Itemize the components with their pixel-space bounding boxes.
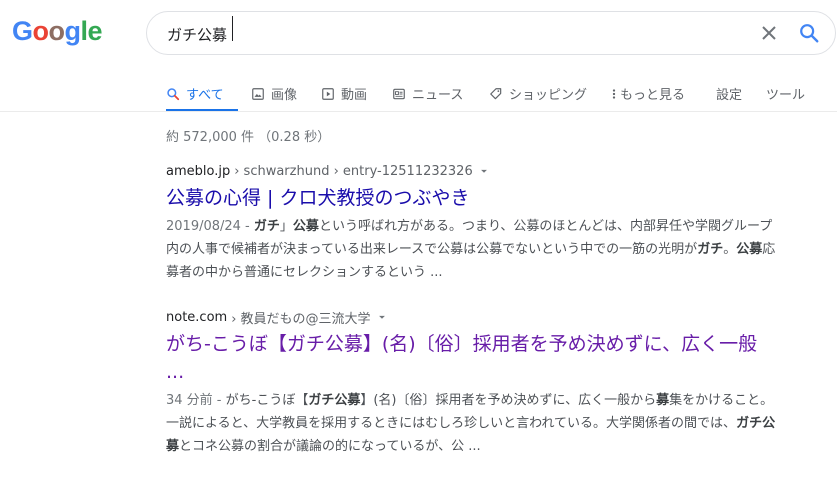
result-site: note.com <box>166 309 228 325</box>
tab-all[interactable]: すべて <box>166 76 238 112</box>
logo-letter-g: G <box>12 15 33 46</box>
snippet-fragment: がち-こうぼ【 <box>225 393 309 408</box>
result-stats: 約 572,000 件 （0.28 秒） <box>166 130 331 145</box>
snippet-highlight: 公募 <box>292 219 319 234</box>
tag-icon <box>490 87 502 99</box>
search-icon <box>167 87 180 100</box>
tab-tools[interactable]: ツール <box>766 76 805 111</box>
result-date: 34 分前 - <box>166 393 226 408</box>
result-site: ameblo.jp <box>166 163 231 179</box>
chevron-down-icon[interactable] <box>477 164 491 178</box>
tab-videos[interactable]: 動画 <box>321 76 367 111</box>
snippet-highlight: ガチ <box>697 242 724 257</box>
snippet-fragment: とコネ公募の割合が議論の的になっているが、公 ... <box>179 439 481 454</box>
tab-label: もっと見る <box>620 88 686 103</box>
more-vert-icon <box>612 88 616 99</box>
tab-news[interactable]: ニュース <box>392 76 463 111</box>
result-breadcrumb[interactable]: note.com › 教員だもの@三流大学 <box>166 308 776 327</box>
text-caret <box>232 16 233 41</box>
snippet-text: ガチ」公募という呼ばれ方がある。つまり、公募のほとんどは、内部昇任や学閥グループ… <box>166 219 775 280</box>
snippet-highlight: ガチ <box>253 219 280 234</box>
result-breadcrumb[interactable]: ameblo.jp › schwarzhund › entry-12511232… <box>166 162 776 180</box>
close-icon[interactable] <box>760 24 778 42</box>
search-box[interactable] <box>146 11 836 55</box>
result-title-link[interactable]: 公募の心得 | クロ犬教授のつぶやき <box>166 184 776 212</box>
result-path: › 教員だもの@三流大学 <box>231 311 371 327</box>
result-date: 2019/08/24 - <box>166 219 254 234</box>
tab-label: すべて <box>186 88 224 103</box>
news-icon <box>393 88 405 99</box>
result-snippet: 2019/08/24 - ガチ」公募という呼ばれ方がある。つまり、公募のほとんど… <box>166 215 776 284</box>
result-snippet: 34 分前 - がち-こうぼ【ガチ公募】(名)〔俗〕採用者を予め決めずに、広く一… <box>166 389 776 458</box>
image-icon <box>252 87 264 100</box>
tab-label: ショッピング <box>509 88 588 103</box>
tab-shopping[interactable]: ショッピング <box>489 76 587 111</box>
logo-letter-o: o <box>32 15 50 46</box>
tab-label: ツール <box>766 88 806 103</box>
search-input[interactable] <box>167 22 727 46</box>
tab-more[interactable]: もっと見る <box>611 76 685 111</box>
tab-label: 画像 <box>271 88 298 103</box>
search-result: note.com › 教員だもの@三流大学 がち-こうぼ【ガチ公募】(名)〔俗〕… <box>166 308 776 458</box>
snippet-highlight: 募 <box>656 393 670 408</box>
search-icon[interactable] <box>798 22 820 44</box>
snippet-fragment: 】(名)〔俗〕採用者を予め決めずに、広く一般から <box>360 393 657 408</box>
tab-label: 動画 <box>341 88 368 103</box>
tab-label: 設定 <box>716 88 743 103</box>
video-icon <box>322 87 334 100</box>
snippet-fragment: 。 <box>723 242 737 257</box>
logo-letter-l: l <box>80 15 89 46</box>
snippet-highlight: ガチ公募 <box>308 393 361 408</box>
result-title-link[interactable]: がち-こうぼ【ガチ公募】(名)〔俗〕採用者を予め決めずに、広く一般 ... <box>166 330 776 386</box>
logo-letter-e: e <box>87 15 103 46</box>
google-logo[interactable]: G o o g l e <box>12 14 103 48</box>
tab-settings[interactable]: 設定 <box>716 76 742 111</box>
tabs-divider <box>0 111 837 112</box>
logo-letter-g: g <box>64 15 82 46</box>
tab-images[interactable]: 画像 <box>251 76 297 111</box>
tab-label: ニュース <box>412 88 464 103</box>
snippet-fragment: 」 <box>279 219 293 234</box>
search-tabs: すべて 画像 動画 ニュース ショッピング もっと見る 設定 ツール <box>0 76 837 112</box>
logo-letter-o: o <box>48 15 66 46</box>
snippet-highlight: 公募 <box>736 242 763 257</box>
chevron-down-icon[interactable] <box>375 310 389 324</box>
result-path: › schwarzhund › entry-12511232326 <box>234 163 473 179</box>
search-result: ameblo.jp › schwarzhund › entry-12511232… <box>166 162 776 284</box>
snippet-text: がち-こうぼ【ガチ公募】(名)〔俗〕採用者を予め決めずに、広く一般から募集をかけ… <box>166 393 775 454</box>
